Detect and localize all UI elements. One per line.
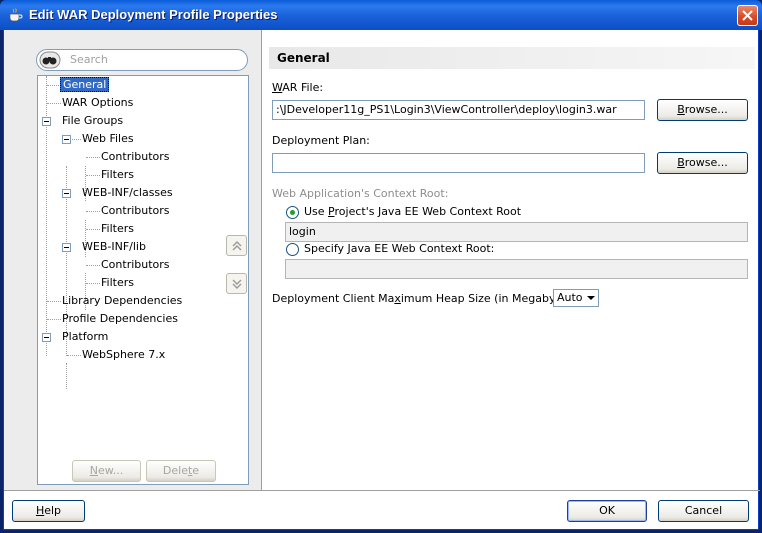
- collapse-icon[interactable]: [62, 189, 71, 198]
- browse-label: rowse...: [684, 103, 728, 116]
- tree-item-contributors[interactable]: Contributors: [101, 202, 170, 220]
- tree-item-war-options[interactable]: WAR Options: [62, 94, 133, 112]
- cancel-button[interactable]: Cancel: [658, 500, 749, 522]
- tree-item-web-inf-classes[interactable]: WEB-INF/classes: [82, 184, 173, 202]
- use-project-radio[interactable]: [286, 206, 299, 219]
- delete-button-label: Dele: [162, 464, 188, 477]
- window-title: Edit WAR Deployment Profile Properties: [29, 7, 278, 22]
- specify-context-root-field: [285, 259, 748, 279]
- tree-item-label: WEB-INF/lib: [82, 240, 146, 253]
- tree-item-file-groups[interactable]: File Groups: [62, 112, 123, 130]
- tree-item-websphere[interactable]: WebSphere 7.x: [82, 346, 165, 364]
- project-context-root-field: login: [285, 222, 748, 242]
- heap-size-value: Auto: [557, 291, 583, 304]
- war-file-mnemonic: W: [272, 81, 283, 94]
- specify-label[interactable]: Specify Java EE Web Context Root:: [304, 242, 494, 255]
- collapse-icon[interactable]: [62, 243, 71, 252]
- browse-plan-button[interactable]: Browse...: [657, 152, 748, 174]
- war-file-field[interactable]: :\JDeveloper11g_PS1\Login3\ViewControlle…: [272, 100, 645, 120]
- tree-item-filters[interactable]: Filters: [101, 274, 134, 292]
- profile-tree[interactable]: General WAR Options File Groups Web File…: [37, 75, 249, 485]
- move-down-button[interactable]: [226, 273, 247, 294]
- collapse-icon[interactable]: [62, 135, 71, 144]
- section-title: General: [277, 51, 330, 65]
- double-chevron-down-icon: [232, 279, 242, 289]
- collapse-icon[interactable]: [42, 333, 51, 342]
- specify-label-pre: Specify: [304, 242, 348, 255]
- tree-item-label: WebSphere 7.x: [82, 348, 166, 361]
- tree-item-filters[interactable]: Filters: [101, 220, 134, 238]
- browse-mnemonic: B: [677, 103, 685, 116]
- search-placeholder: Search: [70, 53, 108, 66]
- use-project-label[interactable]: Use Project's Java EE Web Context Root: [304, 205, 521, 218]
- browse-war-button[interactable]: Browse...: [657, 99, 748, 121]
- new-button[interactable]: New...: [72, 460, 141, 482]
- double-chevron-up-icon: [232, 241, 242, 251]
- binoculars-icon[interactable]: [38, 51, 62, 69]
- tree-item-label: Contributors: [101, 258, 170, 271]
- deployment-plan-field[interactable]: [272, 153, 645, 173]
- tree-item-label: Filters: [101, 168, 134, 181]
- close-button[interactable]: [737, 5, 758, 26]
- move-up-button[interactable]: [226, 235, 247, 256]
- tree-item-label: Filters: [101, 222, 134, 235]
- tree-item-label: Filters: [101, 276, 134, 289]
- tree-connector: [66, 363, 67, 389]
- browse-label: rowse...: [684, 156, 728, 169]
- use-project-label-pre: Use: [304, 205, 329, 218]
- tree-item-library-dependencies[interactable]: Library Dependencies: [62, 292, 182, 310]
- dropdown-arrow-icon: [587, 296, 595, 300]
- footer-divider: [4, 490, 760, 491]
- tree-item-contributors[interactable]: Contributors: [101, 148, 170, 166]
- tree-item-label: Web Files: [82, 132, 134, 145]
- general-panel: General WAR File: :\JDeveloper11g_PS1\Lo…: [263, 30, 758, 490]
- tree-item-label: Profile Dependencies: [62, 312, 178, 325]
- collapse-icon[interactable]: [42, 117, 51, 126]
- heap-size-select[interactable]: Auto: [553, 289, 599, 307]
- war-file-label-text: AR File:: [282, 81, 324, 94]
- close-icon: [742, 10, 753, 21]
- tree-item-label: Platform: [62, 330, 109, 343]
- tree-item-label: Contributors: [101, 150, 170, 163]
- heap-size-label: Deployment Client Maximum Heap Size (in …: [272, 292, 580, 305]
- context-root-label: Web Application's Context Root:: [272, 187, 449, 200]
- war-file-label: WAR File:: [272, 81, 323, 94]
- tree-item-label: General: [60, 77, 110, 92]
- help-label: elp: [44, 504, 62, 517]
- help-mnemonic: H: [35, 504, 45, 517]
- use-project-label-post: roject's Java EE Web Context Root: [334, 205, 522, 218]
- tree-item-contributors[interactable]: Contributors: [101, 256, 170, 274]
- tree-item-web-files[interactable]: Web Files: [82, 130, 134, 148]
- browse-mnemonic: B: [677, 156, 685, 169]
- tree-item-platform[interactable]: Platform: [62, 328, 108, 346]
- tree-item-filters[interactable]: Filters: [101, 166, 134, 184]
- tree-item-profile-dependencies[interactable]: Profile Dependencies: [62, 310, 178, 328]
- new-button-mnemonic: N: [89, 464, 98, 477]
- tree-item-label: File Groups: [62, 114, 124, 127]
- tree-item-web-inf-lib[interactable]: WEB-INF/lib: [82, 238, 146, 256]
- tree-item-general[interactable]: General: [60, 76, 110, 94]
- new-button-label-rest: ew...: [97, 464, 124, 477]
- dialog-client: Search General WAR Options File Groups W…: [3, 30, 760, 530]
- search-input[interactable]: [36, 49, 248, 71]
- ok-button[interactable]: OK: [567, 500, 647, 522]
- navigation-pane: Search General WAR Options File Groups W…: [4, 30, 262, 490]
- dialog-window: Edit WAR Deployment Profile Properties S…: [0, 0, 762, 533]
- title-bar[interactable]: Edit WAR Deployment Profile Properties: [0, 0, 762, 30]
- tree-item-label: Contributors: [101, 204, 170, 217]
- heap-label-pre: Deployment Client Ma: [272, 292, 395, 305]
- deployment-plan-label: Deployment Plan:: [272, 134, 370, 147]
- help-button[interactable]: Help: [12, 500, 85, 522]
- delete-button[interactable]: Delete: [146, 460, 216, 482]
- delete-button-label-rest: e: [192, 464, 200, 477]
- tree-item-label: Library Dependencies: [62, 294, 183, 307]
- tree-item-label: WAR Options: [62, 96, 134, 109]
- specify-radio[interactable]: [286, 243, 299, 256]
- section-header: General: [269, 47, 755, 69]
- tree-item-label: WEB-INF/classes: [82, 186, 173, 199]
- specify-label-post: ava EE Web Context Root:: [350, 242, 495, 255]
- coffee-cup-icon: [9, 8, 23, 22]
